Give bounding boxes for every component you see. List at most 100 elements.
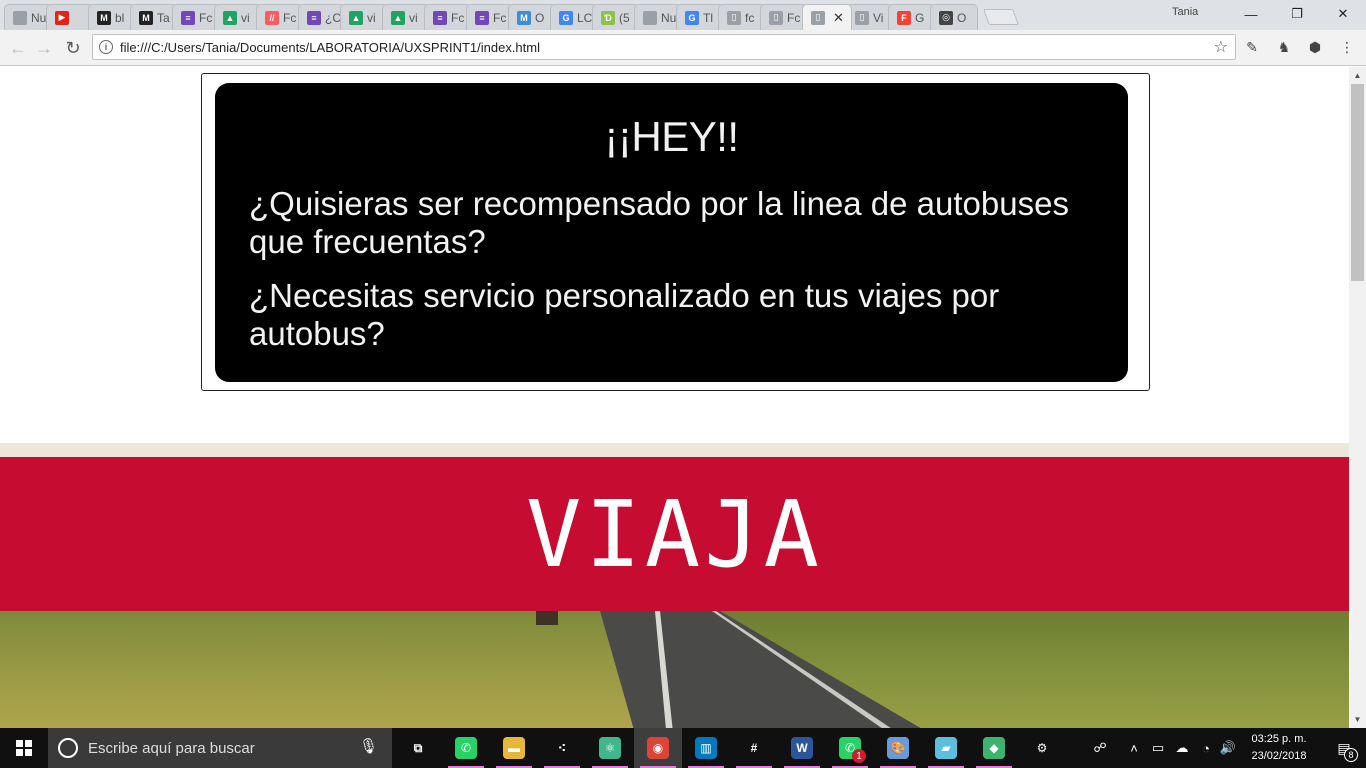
battery-icon[interactable]: ▭ [1148, 728, 1168, 768]
tab-close-icon[interactable]: ✕ [833, 10, 844, 26]
road-graphic [600, 611, 921, 728]
url-text[interactable]: file:///C:/Users/Tania/Documents/LABORAT… [120, 40, 540, 55]
unread-badge: 1 [852, 749, 866, 763]
onedrive-icon[interactable]: ☁ [1172, 728, 1192, 768]
browser-tab-active[interactable]: ▯ ✕ [802, 4, 852, 30]
taskbar-app-gitkraken[interactable]: ◆ [970, 728, 1018, 768]
browser-tab[interactable]: ▲ vi [382, 4, 430, 30]
volume-icon[interactable]: 🔊 [1218, 728, 1238, 768]
road-surface [600, 611, 921, 728]
tab-favicon-icon: ▶ [55, 10, 69, 25]
browser-tab[interactable]: ◎ O [930, 4, 978, 30]
tab-favicon-icon: // [265, 10, 279, 25]
start-button[interactable] [0, 728, 48, 768]
tab-title: Fc [787, 10, 801, 25]
page-scrollbar[interactable]: ▲ ▼ [1349, 67, 1366, 728]
browser-tab[interactable]: ≡ Fc [424, 4, 472, 30]
show-hidden-icons-icon[interactable]: ˄ [1124, 728, 1144, 768]
tab-favicon-icon: ▲ [391, 10, 405, 25]
search-placeholder[interactable]: Escribe aquí para buscar [88, 740, 255, 757]
browser-tab[interactable]: G LC [550, 4, 598, 30]
shield-extension-icon[interactable]: ⬢ [1306, 38, 1324, 56]
browser-tab[interactable]: ≡ ¿C [298, 4, 346, 30]
cortana-icon[interactable] [58, 738, 78, 758]
browser-tab[interactable]: ▲ vi [340, 4, 388, 30]
tab-title: vi [241, 10, 250, 25]
taskbar-app-trello[interactable]: ▥ [682, 728, 730, 768]
slack-icon: # [743, 737, 765, 759]
browser-tab[interactable]: Nueva [634, 4, 682, 30]
tab-title: ¿C [325, 10, 341, 25]
question-personalized: ¿Necesitas servicio personalizado en tus… [249, 277, 1000, 352]
windows-logo-icon [16, 740, 32, 756]
browser-tab[interactable]: Mbl [88, 4, 136, 30]
browser-tab[interactable]: MO [508, 4, 556, 30]
taskbar-app-slack[interactable]: # [730, 728, 778, 768]
tab-title: LC [577, 10, 593, 25]
address-bar[interactable]: i file:///C:/Users/Tania/Documents/LABOR… [92, 34, 1236, 60]
browser-tab[interactable]: G Tl [676, 4, 724, 30]
restore-button[interactable]: ❐ [1274, 0, 1320, 28]
browser-tab[interactable]: Nueva [4, 4, 52, 30]
scroll-up-icon[interactable]: ▲ [1349, 67, 1366, 84]
notification-count: 8 [1344, 748, 1358, 762]
taskbar-app-chrome[interactable]: ◉ [634, 728, 682, 768]
taskbar-app-whatsapp[interactable]: ✆ [442, 728, 490, 768]
taskbar-clock[interactable]: 03:25 p. m. 23/02/2018 [1240, 731, 1318, 765]
whatsapp-icon: ✆ [455, 737, 477, 759]
tab-title: G [915, 10, 925, 25]
microphone-icon[interactable]: 🎙 [359, 737, 378, 755]
task-view-icon: ⧉ [407, 737, 429, 759]
tab-favicon-icon [13, 10, 27, 25]
tab-favicon-icon: ◎ [939, 10, 953, 25]
tab-title: fc [745, 10, 755, 25]
bookmark-star-icon[interactable]: ☆ [1214, 37, 1228, 57]
taskbar-app-word[interactable]: W [778, 728, 826, 768]
browser-tab[interactable]: ▶ [46, 4, 94, 30]
reload-button[interactable]: ↻ [61, 36, 85, 60]
settings-icon: ⚙ [1031, 737, 1053, 759]
people-icon[interactable]: ☍ [1088, 728, 1112, 768]
profile-name[interactable]: Tania [1172, 6, 1198, 18]
taskbar-app-atom[interactable]: ⚛ [586, 728, 634, 768]
browser-tab[interactable]: ▯ fc [718, 4, 766, 30]
taskbar-app-dots-app[interactable]: ⁖ [538, 728, 586, 768]
word-icon: W [791, 737, 813, 759]
tab-favicon-icon: ≡ [433, 10, 447, 25]
taskbar-app-paint[interactable]: 🎨 [874, 728, 922, 768]
taskbar-app-notes[interactable]: ▰ [922, 728, 970, 768]
viaja-banner: VIAJA [0, 457, 1349, 611]
tab-title: Fc [493, 10, 507, 25]
wifi-icon[interactable]: ◔ [1196, 728, 1216, 768]
action-center-button[interactable]: ▤ 8 [1322, 728, 1366, 768]
browser-tab[interactable]: ▯ Vi [846, 4, 894, 30]
browser-tab[interactable]: M Ta [130, 4, 178, 30]
browser-tab[interactable]: ≡ Fc [172, 4, 220, 30]
browser-tab[interactable]: ▯ Fc [760, 4, 808, 30]
taskbar-search[interactable]: Escribe aquí para buscar 🎙 [48, 728, 392, 768]
browser-tab[interactable]: Ɗ (5 [592, 4, 640, 30]
close-window-button[interactable]: ✕ [1320, 0, 1366, 28]
scroll-down-icon[interactable]: ▼ [1349, 711, 1366, 728]
info-icon[interactable]: i [99, 40, 113, 54]
minimize-button[interactable]: — [1228, 0, 1274, 28]
taskbar-app-file-explorer[interactable]: ▬ [490, 728, 538, 768]
taskbar-app-whatsapp-2[interactable]: ✆ 1 [826, 728, 874, 768]
tab-title: O [957, 10, 967, 25]
new-tab-button[interactable] [983, 9, 1019, 25]
pen-extension-icon[interactable]: ✎ [1243, 38, 1261, 56]
horse-extension-icon[interactable]: ♞ [1275, 38, 1293, 56]
forward-button[interactable]: → [32, 36, 56, 60]
browser-tab[interactable]: ≡ Fc [466, 4, 514, 30]
tab-favicon-icon: M [97, 10, 111, 25]
browser-tab[interactable]: ▲ vi [214, 4, 262, 30]
chrome-menu-icon[interactable]: ⋮ [1338, 38, 1356, 56]
tab-title: (5 [619, 10, 630, 25]
scroll-thumb[interactable] [1351, 84, 1364, 281]
tab-favicon-icon: ▯ [855, 10, 869, 25]
browser-tab[interactable]: FG [888, 4, 936, 30]
browser-tab[interactable]: // Fc [256, 4, 304, 30]
taskbar-app-task-view[interactable]: ⧉ [394, 728, 442, 768]
taskbar-app-settings[interactable]: ⚙ [1018, 728, 1066, 768]
back-button[interactable]: ← [6, 36, 30, 60]
